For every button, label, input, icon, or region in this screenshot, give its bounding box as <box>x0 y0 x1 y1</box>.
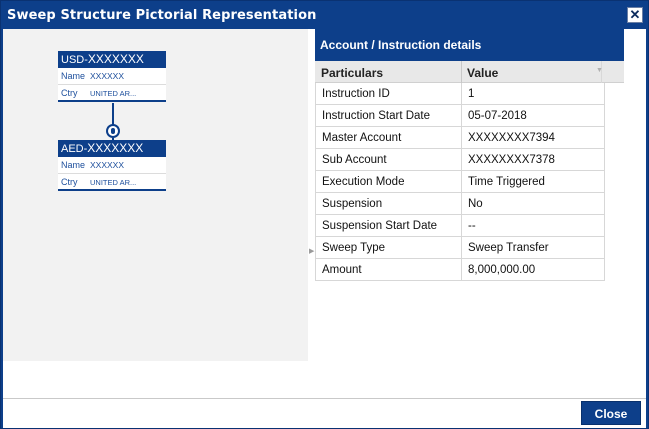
table-row: Master Account XXXXXXXX7394 <box>315 127 605 149</box>
row-value: 1 <box>468 88 475 100</box>
table-row: Instruction ID 1 <box>315 83 605 105</box>
dialog-content: USD-XXXXXXX Name XXXXXX Ctry UNITED AR..… <box>3 29 646 398</box>
node-ctry-label: Ctry <box>61 177 78 187</box>
column-header-value[interactable]: Value <box>467 66 498 80</box>
row-particular: Amount <box>322 264 362 276</box>
row-value: Time Triggered <box>468 176 545 188</box>
dialog-title: Sweep Structure Pictorial Representation <box>7 8 317 23</box>
details-heading: Account / Instruction details <box>315 29 624 61</box>
node-currency: USD- <box>61 54 88 66</box>
row-value: 8,000,000.00 <box>468 264 536 276</box>
node-name-row: Name XXXXXX <box>58 157 166 174</box>
sort-icon[interactable]: ▼ <box>596 67 603 74</box>
close-button[interactable]: Close <box>581 401 641 425</box>
table-row: Amount 8,000,000.00 <box>315 259 605 281</box>
node-header: AED-XXXXXXX <box>58 140 166 157</box>
collapse-arrow-icon[interactable]: ▶ <box>309 247 314 255</box>
row-particular: Sweep Type <box>322 242 386 254</box>
table-row: Suspension No <box>315 193 605 215</box>
row-value: 05-07-2018 <box>468 110 527 122</box>
node-header: USD-XXXXXXX <box>58 51 166 68</box>
table-row: Sub Account XXXXXXXX7378 <box>315 149 605 171</box>
structure-diagram-pane: USD-XXXXXXX Name XXXXXX Ctry UNITED AR..… <box>3 29 308 361</box>
node-account: XXXXXXX <box>87 52 144 66</box>
title-bar[interactable]: Sweep Structure Pictorial Representation… <box>1 1 648 29</box>
table-row: Suspension Start Date -- <box>315 215 605 237</box>
node-name-label: Name <box>61 71 86 81</box>
row-particular: Sub Account <box>322 154 387 166</box>
node-name-value: XXXXXX <box>90 160 125 170</box>
table-row: Execution Mode Time Triggered <box>315 171 605 193</box>
row-value: XXXXXXXX7378 <box>468 154 555 166</box>
details-grid: Instruction ID 1 Instruction Start Date 05… <box>315 83 605 281</box>
row-particular: Suspension Start Date <box>322 220 438 232</box>
row-value: No <box>468 198 483 210</box>
pane-splitter[interactable]: ▶ <box>308 29 315 361</box>
row-particular: Instruction ID <box>322 88 390 100</box>
account-node-sub[interactable]: AED-XXXXXXX Name XXXXXX Ctry UNITED AR..… <box>58 140 166 191</box>
node-ctry-value: UNITED AR... <box>90 178 137 187</box>
link-node-icon[interactable] <box>106 124 120 138</box>
row-value: Sweep Transfer <box>468 242 549 254</box>
account-node-master[interactable]: USD-XXXXXXX Name XXXXXX Ctry UNITED AR..… <box>58 51 166 102</box>
row-particular: Master Account <box>322 132 402 144</box>
close-icon[interactable]: ✕ <box>627 7 643 23</box>
dialog-window: Sweep Structure Pictorial Representation… <box>0 0 649 429</box>
column-divider <box>461 61 462 83</box>
node-ctry-value: UNITED AR... <box>90 89 137 98</box>
node-account: XXXXXXX <box>87 141 144 155</box>
grid-header: Particulars Value ▼ <box>315 61 624 83</box>
node-name-value: XXXXXX <box>90 71 125 81</box>
table-row: Instruction Start Date 05-07-2018 <box>315 105 605 127</box>
row-value: XXXXXXXX7394 <box>468 132 555 144</box>
column-header-particulars[interactable]: Particulars <box>321 66 383 80</box>
node-name-row: Name XXXXXX <box>58 68 166 85</box>
connector-line-top <box>112 103 114 125</box>
row-value: -- <box>468 220 476 232</box>
node-name-label: Name <box>61 160 86 170</box>
row-particular: Suspension <box>322 198 383 210</box>
row-particular: Instruction Start Date <box>322 110 431 122</box>
node-ctry-row: Ctry UNITED AR... <box>58 174 166 191</box>
node-currency: AED- <box>61 143 88 155</box>
dialog-footer: Close <box>3 398 646 428</box>
node-ctry-row: Ctry UNITED AR... <box>58 85 166 102</box>
table-row: Sweep Type Sweep Transfer <box>315 237 605 259</box>
row-particular: Execution Mode <box>322 176 405 188</box>
node-ctry-label: Ctry <box>61 88 78 98</box>
